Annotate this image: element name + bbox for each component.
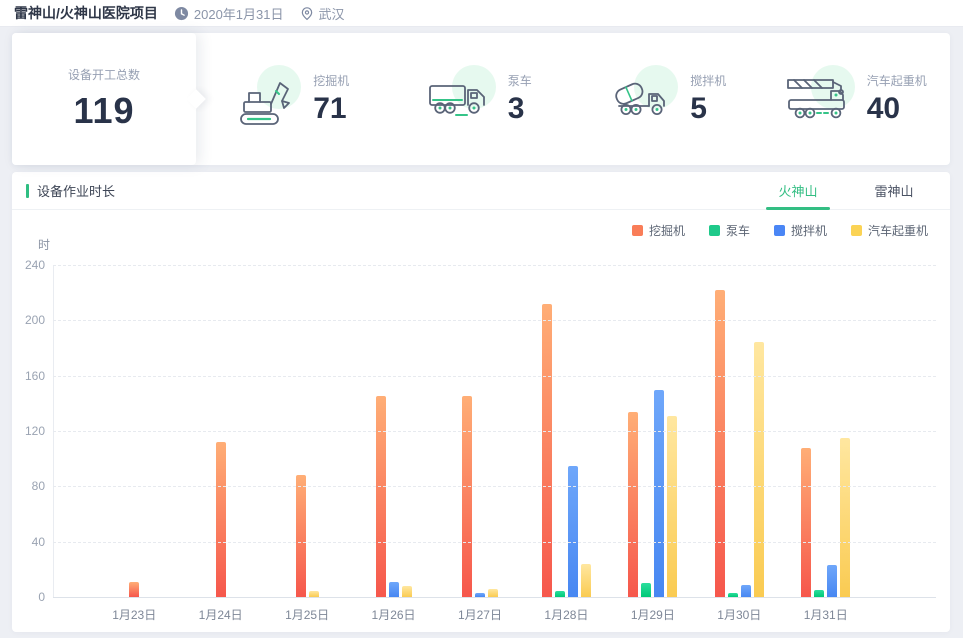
- bar-excavator: [376, 396, 386, 597]
- tab-leishenshan[interactable]: 雷神山: [846, 172, 942, 209]
- location-pin-icon: [300, 6, 314, 21]
- header-date: 2020年1月31日: [174, 4, 284, 23]
- bar-truck-crane: [840, 438, 850, 597]
- stat-label: 挖掘机: [313, 72, 349, 89]
- bar-excavator: [542, 304, 552, 597]
- tab-huoshenshan[interactable]: 火神山: [750, 172, 846, 209]
- clock-icon: [174, 6, 189, 21]
- header-location-text: 武汉: [319, 4, 345, 23]
- bar-mixer-truck: [654, 390, 664, 598]
- y-tick-label: 40: [12, 535, 45, 549]
- legend-item-pump-truck[interactable]: 泵车: [709, 222, 750, 239]
- x-tick-label: 1月31日: [783, 606, 869, 623]
- chart-title: 设备作业时长: [37, 181, 115, 200]
- x-tick-label: 1月27日: [437, 606, 523, 623]
- stat-value: 71: [313, 92, 349, 126]
- legend-swatch: [851, 225, 862, 236]
- equipment-stats-card: 设备开工总数 119 挖掘机 71: [12, 33, 950, 165]
- y-tick-label: 240: [12, 258, 45, 272]
- stat-items: 挖掘机 71 泵车 3: [196, 33, 950, 165]
- bar-mixer-truck: [389, 582, 399, 597]
- excavator-icon: [231, 71, 297, 127]
- site-tabs: 火神山 雷神山: [750, 172, 942, 209]
- stat-label: 汽车起重机: [867, 72, 927, 89]
- legend-swatch: [709, 225, 720, 236]
- total-equipment-label: 设备开工总数: [68, 66, 140, 83]
- legend-swatch: [774, 225, 785, 236]
- x-tick-label: 1月25日: [264, 606, 350, 623]
- y-tick-label: 200: [12, 313, 45, 327]
- title-accent-bar: [26, 184, 29, 198]
- header-date-text: 2020年1月31日: [194, 4, 284, 23]
- mixer-truck-icon: [608, 71, 674, 127]
- chart-card-header: 设备作业时长 火神山 雷神山: [12, 172, 950, 210]
- bar-truck-crane: [488, 589, 498, 597]
- pump-truck-icon: [426, 71, 492, 127]
- truck-crane-icon: [785, 71, 851, 127]
- bar-mixer-truck: [741, 585, 751, 597]
- legend-swatch: [632, 225, 643, 236]
- stat-item-pump-truck: 泵车 3: [385, 33, 574, 165]
- gridline: [53, 431, 936, 432]
- gridline: [53, 320, 936, 321]
- stat-item-mixer-truck: 搅拌机 5: [573, 33, 762, 165]
- chart-legend: 挖掘机 泵车 搅拌机 汽车起重机: [608, 222, 928, 239]
- stat-value: 3: [508, 92, 532, 126]
- x-tick-label: 1月30日: [696, 606, 782, 623]
- bar-truck-crane: [402, 586, 412, 597]
- bar-mixer-truck: [827, 565, 837, 597]
- y-tick-label: 160: [12, 369, 45, 383]
- bar-truck-crane: [754, 342, 764, 597]
- stat-value: 40: [867, 92, 927, 126]
- x-tick-label: 1月23日: [91, 606, 177, 623]
- legend-label: 搅拌机: [791, 222, 827, 239]
- bar-excavator: [801, 448, 811, 597]
- legend-label: 挖掘机: [649, 222, 685, 239]
- y-axis-unit-label: 时: [12, 236, 50, 253]
- stat-value: 5: [690, 92, 726, 126]
- y-tick-label: 80: [12, 479, 45, 493]
- bar-mixer-truck: [568, 466, 578, 597]
- bar-truck-crane: [667, 416, 677, 597]
- x-tick-label: 1月26日: [350, 606, 436, 623]
- bar-excavator: [715, 290, 725, 597]
- x-tick-label: 1月28日: [523, 606, 609, 623]
- gridline: [53, 265, 936, 266]
- legend-item-truck-crane[interactable]: 汽车起重机: [851, 222, 928, 239]
- y-tick-label: 0: [12, 590, 45, 604]
- legend-label: 泵车: [726, 222, 750, 239]
- total-equipment-card: 设备开工总数 119: [12, 33, 196, 165]
- bar-pump-truck: [641, 583, 651, 597]
- total-equipment-value: 119: [73, 90, 134, 132]
- bar-excavator: [216, 442, 226, 597]
- stat-item-excavator: 挖掘机 71: [196, 33, 385, 165]
- bar-pump-truck: [814, 590, 824, 597]
- x-axis-labels: 1月23日1月24日1月25日1月26日1月27日1月28日1月29日1月30日…: [91, 606, 869, 623]
- top-header: 雷神山/火神山医院项目 2020年1月31日 武汉: [0, 0, 963, 27]
- legend-item-mixer-truck[interactable]: 搅拌机: [774, 222, 827, 239]
- legend-label: 汽车起重机: [868, 222, 928, 239]
- y-tick-label: 120: [12, 424, 45, 438]
- page-title: 雷神山/火神山医院项目: [14, 3, 158, 23]
- gridline: [53, 486, 936, 487]
- stat-item-truck-crane: 汽车起重机 40: [762, 33, 951, 165]
- bar-excavator: [296, 475, 306, 597]
- working-hours-chart-card: 设备作业时长 火神山 雷神山 挖掘机 泵车 搅拌机 汽车起重机 时 1月23日1月24…: [12, 172, 950, 632]
- stat-label: 搅拌机: [690, 72, 726, 89]
- stat-label: 泵车: [508, 72, 532, 89]
- bar-excavator: [129, 582, 139, 597]
- bar-excavator: [462, 396, 472, 597]
- x-tick-label: 1月29日: [610, 606, 696, 623]
- legend-item-excavator[interactable]: 挖掘机: [632, 222, 685, 239]
- x-axis-line: [53, 597, 936, 598]
- bar-excavator: [628, 412, 638, 597]
- x-tick-label: 1月24日: [177, 606, 263, 623]
- gridline: [53, 376, 936, 377]
- header-location: 武汉: [300, 4, 345, 23]
- bar-truck-crane: [581, 564, 591, 597]
- gridline: [53, 542, 936, 543]
